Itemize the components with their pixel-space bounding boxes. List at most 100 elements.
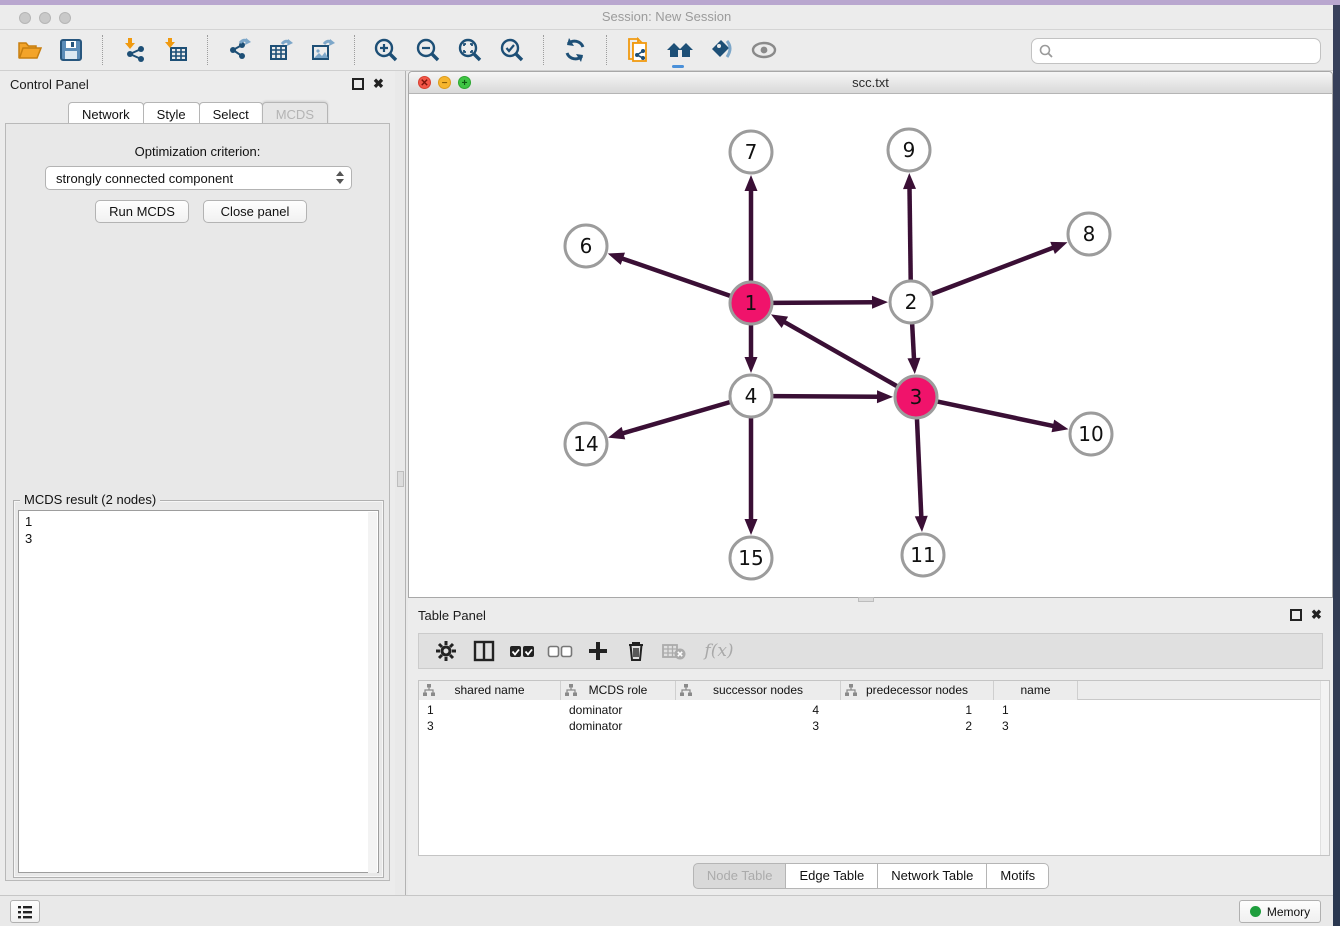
graph-edge-3-11[interactable]: [917, 419, 921, 518]
cell-shared-name[interactable]: 1: [419, 702, 561, 718]
graph-edge-1-2[interactable]: [773, 302, 874, 303]
graph-node-4[interactable]: 4: [730, 375, 772, 417]
zoom-in-icon[interactable]: [371, 35, 401, 65]
refresh-icon[interactable]: [560, 35, 590, 65]
graph-node-2[interactable]: 2: [890, 281, 932, 323]
graph-node-3[interactable]: 3: [895, 376, 937, 418]
list-icon: [17, 905, 33, 919]
column-header-shared-name[interactable]: shared name: [419, 681, 561, 700]
import-table-icon[interactable]: [161, 35, 191, 65]
float-table-panel-icon[interactable]: [1290, 609, 1302, 621]
graph-edge-arrow-4-15: [745, 519, 758, 535]
graph-edge-2-9[interactable]: [909, 187, 910, 280]
cell-predecessor-nodes[interactable]: 2: [841, 718, 994, 734]
column-header-predecessor-nodes[interactable]: predecessor nodes: [841, 681, 994, 700]
graph-edge-3-1[interactable]: [783, 321, 897, 386]
graph-edge-3-10[interactable]: [938, 402, 1055, 427]
open-session-icon[interactable]: [14, 35, 44, 65]
tab-motifs[interactable]: Motifs: [986, 863, 1049, 889]
tab-node-table[interactable]: Node Table: [693, 863, 787, 889]
column-header-MCDS-role[interactable]: MCDS role: [561, 681, 676, 700]
save-session-icon[interactable]: [56, 35, 86, 65]
close-panel-icon[interactable]: ✖: [372, 78, 385, 91]
zoom-out-icon[interactable]: [413, 35, 443, 65]
toolbar-separator: [606, 35, 607, 65]
delete-column-icon[interactable]: [623, 638, 649, 664]
select-all-rows-icon[interactable]: [509, 638, 535, 664]
table-panel: Table Panel ✖: [408, 602, 1333, 895]
column-header-successor-nodes[interactable]: successor nodes: [676, 681, 841, 700]
search-input[interactable]: [1054, 44, 1314, 59]
copy-network-icon[interactable]: [623, 35, 653, 65]
zoom-selected-icon[interactable]: [497, 35, 527, 65]
graph-node-15[interactable]: 15: [730, 537, 772, 579]
optimization-criterion-select[interactable]: strongly connected component: [45, 166, 352, 190]
graph-node-7[interactable]: 7: [730, 131, 772, 173]
cell-MCDS-role[interactable]: dominator: [561, 718, 676, 734]
float-panel-icon[interactable]: [352, 78, 364, 90]
result-scrollbar[interactable]: [368, 512, 377, 873]
panel-splitter[interactable]: [395, 71, 408, 895]
control-panel-title: Control Panel: [10, 77, 89, 92]
graph-edge-arrow-4-3: [877, 390, 893, 403]
search-box[interactable]: [1031, 38, 1321, 64]
graph-edge-2-8[interactable]: [932, 247, 1055, 294]
network-window-titlebar[interactable]: ✕ − + scc.txt: [409, 72, 1332, 94]
graph-node-11[interactable]: 11: [902, 534, 944, 576]
graph-edge-arrow-1-6: [608, 253, 625, 265]
column-type-icon: [423, 684, 435, 696]
graph-node-9[interactable]: 9: [888, 129, 930, 171]
graph-edge-1-6[interactable]: [621, 258, 730, 296]
graph-edge-4-3[interactable]: [773, 396, 879, 397]
column-header-name[interactable]: name: [994, 681, 1078, 700]
table-tabs: Node TableEdge TableNetwork TableMotifs: [408, 863, 1333, 889]
cell-shared-name[interactable]: 3: [419, 718, 561, 734]
add-column-icon[interactable]: [585, 638, 611, 664]
show-hide-panels-icon[interactable]: [749, 35, 779, 65]
cell-predecessor-nodes[interactable]: 1: [841, 702, 994, 718]
table-toolbar: f(x): [418, 633, 1323, 669]
export-image-icon[interactable]: [308, 35, 338, 65]
graph-node-1[interactable]: 1: [730, 282, 772, 324]
cell-successor-nodes[interactable]: 3: [676, 718, 841, 734]
memory-button[interactable]: Memory: [1239, 900, 1321, 923]
run-mcds-button[interactable]: Run MCDS: [95, 200, 189, 223]
export-table-icon[interactable]: [266, 35, 296, 65]
zoom-fit-icon[interactable]: [455, 35, 485, 65]
graph-node-10[interactable]: 10: [1070, 413, 1112, 455]
table-row-3[interactable]: 3dominator323: [419, 718, 1329, 734]
splitter-grip[interactable]: [397, 471, 404, 487]
graph-edge-2-3[interactable]: [912, 324, 914, 360]
graph-node-6[interactable]: 6: [565, 225, 607, 267]
gear-icon[interactable]: [433, 638, 459, 664]
deselect-all-rows-icon[interactable]: [547, 638, 573, 664]
close-panel-button[interactable]: Close panel: [203, 200, 307, 223]
cell-MCDS-role[interactable]: dominator: [561, 702, 676, 718]
home-icon[interactable]: [665, 35, 695, 65]
toolbar-splitter-grip[interactable]: [672, 65, 684, 68]
split-columns-icon[interactable]: [471, 638, 497, 664]
tab-network-table[interactable]: Network Table: [877, 863, 987, 889]
graph-edge-arrow-2-9: [903, 173, 916, 189]
export-network-icon[interactable]: [224, 35, 254, 65]
network-canvas[interactable]: 7 9 6 8 1 2 4 3 14 10 15 11: [409, 94, 1332, 597]
graph-edge-4-14[interactable]: [622, 402, 730, 434]
graph-edge-arrow-4-14: [608, 427, 625, 439]
svg-text:15: 15: [738, 546, 763, 570]
graph-node-14[interactable]: 14: [565, 423, 607, 465]
import-network-icon[interactable]: [119, 35, 149, 65]
graph-node-8[interactable]: 8: [1068, 213, 1110, 255]
svg-text:9: 9: [903, 138, 916, 162]
cell-name[interactable]: 1: [994, 702, 1078, 718]
table-scrollbar[interactable]: [1320, 681, 1329, 855]
close-table-panel-icon[interactable]: ✖: [1310, 609, 1323, 622]
hide-labels-icon[interactable]: [707, 35, 737, 65]
mcds-result-text[interactable]: 1 3: [18, 510, 379, 873]
toolbar-separator: [354, 35, 355, 65]
table-row-1[interactable]: 1dominator411: [419, 702, 1329, 718]
cell-successor-nodes[interactable]: 4: [676, 702, 841, 718]
control-panel-header: Control Panel ✖: [0, 71, 395, 97]
cell-name[interactable]: 3: [994, 718, 1078, 734]
task-history-button[interactable]: [10, 900, 40, 923]
tab-edge-table[interactable]: Edge Table: [785, 863, 878, 889]
